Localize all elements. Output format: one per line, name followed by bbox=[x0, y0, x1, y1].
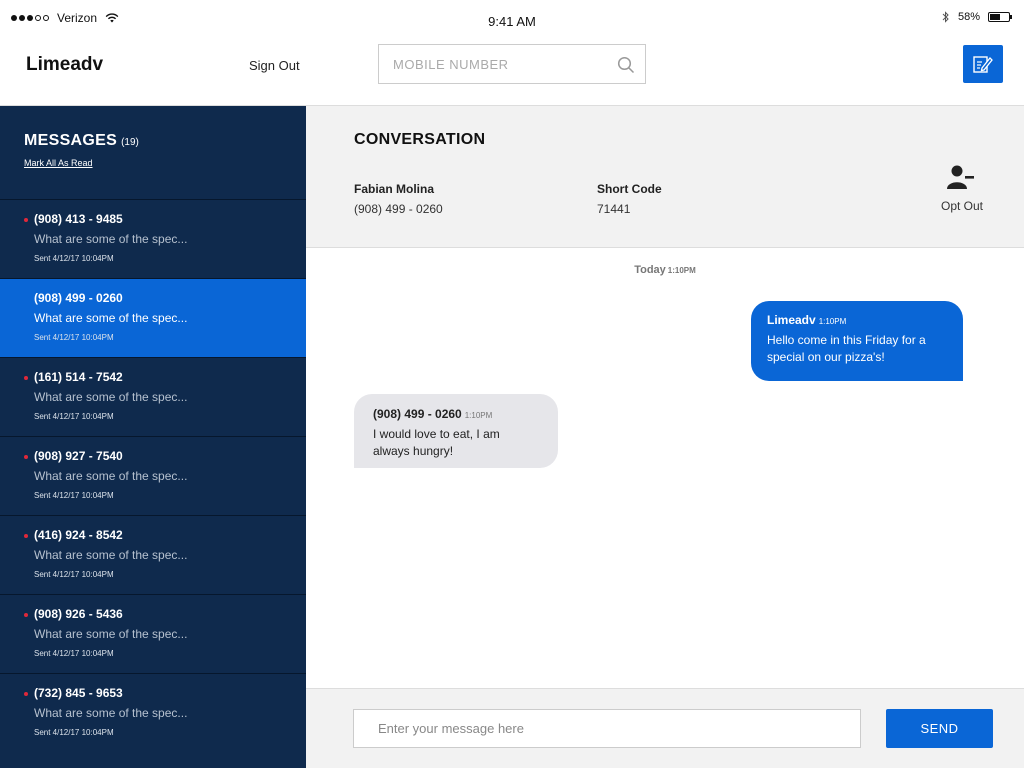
message-input[interactable] bbox=[353, 709, 861, 748]
conversation-preview: What are some of the spec... bbox=[34, 232, 188, 246]
brand-logo: Limeadv bbox=[26, 54, 104, 75]
contact-name: Fabian Molina bbox=[354, 182, 435, 196]
clock: 9:41 AM bbox=[488, 14, 536, 29]
unread-indicator bbox=[24, 218, 28, 222]
day-label: Today bbox=[634, 264, 666, 276]
outgoing-message-bubble: Limeadv 1:10PM Hello come in this Friday … bbox=[751, 301, 963, 381]
send-button[interactable]: SEND bbox=[886, 709, 993, 748]
conversation-preview: What are some of the spec... bbox=[34, 390, 188, 404]
search-icon[interactable] bbox=[617, 56, 635, 74]
message-text: Hello come in this Friday for a special … bbox=[767, 333, 926, 364]
messages-heading: MESSAGES (19) bbox=[24, 132, 306, 150]
bluetooth-icon bbox=[942, 11, 949, 23]
message-thread: Today 1:10PM Limeadv 1:10PM Hello come in … bbox=[306, 248, 1024, 688]
unread-indicator bbox=[24, 455, 28, 459]
unread-indicator bbox=[24, 534, 28, 538]
search-box bbox=[378, 44, 646, 84]
conversation-list: (908) 413 - 9485 What are some of the sp… bbox=[0, 199, 306, 752]
conversation-timestamp: Sent 4/12/17 10:04PM bbox=[34, 728, 114, 737]
conversation-phone: (732) 845 - 9653 bbox=[34, 686, 123, 700]
contact-phone: (908) 499 - 0260 bbox=[354, 202, 443, 216]
conversation-item[interactable]: (908) 499 - 0260 What are some of the sp… bbox=[0, 278, 306, 357]
conversation-phone: (908) 499 - 0260 bbox=[34, 291, 123, 305]
message-time: 1:10PM bbox=[818, 317, 847, 326]
status-bar: Verizon 9:41 AM 58% bbox=[0, 0, 1024, 40]
conversation-phone: (416) 924 - 8542 bbox=[34, 528, 123, 542]
conversation-phone: (908) 413 - 9485 bbox=[34, 212, 123, 226]
conversation-item[interactable]: (908) 927 - 7540 What are some of the sp… bbox=[0, 436, 306, 515]
opt-out-button[interactable]: Opt Out bbox=[932, 164, 992, 213]
incoming-message-bubble: (908) 499 - 0260 1:10PM I would love to e… bbox=[354, 394, 558, 468]
conversation-preview: What are some of the spec... bbox=[34, 627, 188, 641]
remove-user-icon bbox=[947, 165, 974, 189]
conversation-phone: (908) 927 - 7540 bbox=[34, 449, 123, 463]
mobile-number-search-input[interactable] bbox=[379, 45, 645, 83]
conversation-timestamp: Sent 4/12/17 10:04PM bbox=[34, 254, 114, 263]
messages-count: (19) bbox=[121, 137, 139, 148]
conversation-preview: What are some of the spec... bbox=[34, 706, 188, 720]
day-separator: Today 1:10PM bbox=[306, 264, 1024, 276]
short-code-value: 71441 bbox=[597, 202, 631, 216]
message-sender: (908) 499 - 0260 bbox=[373, 407, 462, 421]
mark-all-read-link[interactable]: Mark All As Read bbox=[24, 158, 93, 168]
conversation-item[interactable]: (908) 413 - 9485 What are some of the sp… bbox=[0, 199, 306, 278]
conversation-item[interactable]: (732) 845 - 9653 What are some of the sp… bbox=[0, 673, 306, 752]
conversation-item[interactable]: (908) 926 - 5436 What are some of the sp… bbox=[0, 594, 306, 673]
day-time: 1:10PM bbox=[667, 266, 696, 275]
conversation-title: CONVERSATION bbox=[354, 131, 486, 148]
conversation-preview: What are some of the spec... bbox=[34, 311, 188, 325]
app-header: Limeadv Sign Out bbox=[0, 40, 1024, 106]
unread-indicator bbox=[24, 613, 28, 617]
sidebar-header: MESSAGES (19) Mark All As Read bbox=[0, 106, 306, 199]
conversation-timestamp: Sent 4/12/17 10:04PM bbox=[34, 649, 114, 658]
unread-indicator bbox=[24, 376, 28, 380]
message-composer: SEND bbox=[306, 688, 1024, 768]
status-right: 58% bbox=[942, 11, 1012, 23]
conversation-phone: (908) 926 - 5436 bbox=[34, 607, 123, 621]
conversation-preview: What are some of the spec... bbox=[34, 548, 188, 562]
battery-percent: 58% bbox=[957, 11, 980, 23]
battery-icon bbox=[988, 12, 1012, 22]
opt-out-label: Opt Out bbox=[940, 199, 984, 213]
compose-button[interactable] bbox=[963, 45, 1003, 83]
conversation-header: CONVERSATION Fabian Molina (908) 499 - 0… bbox=[306, 106, 1024, 248]
message-time: 1:10PM bbox=[464, 411, 493, 420]
messages-title: MESSAGES bbox=[24, 132, 118, 149]
short-code-label: Short Code bbox=[597, 182, 662, 196]
conversation-timestamp: Sent 4/12/17 10:04PM bbox=[34, 333, 114, 342]
messages-sidebar: MESSAGES (19) Mark All As Read (908) 413 … bbox=[0, 106, 306, 768]
compose-icon bbox=[973, 56, 993, 73]
unread-indicator bbox=[24, 692, 28, 696]
sign-out-link[interactable]: Sign Out bbox=[249, 58, 300, 73]
conversation-item[interactable]: (416) 924 - 8542 What are some of the sp… bbox=[0, 515, 306, 594]
conversation-timestamp: Sent 4/12/17 10:04PM bbox=[34, 491, 114, 500]
conversation-timestamp: Sent 4/12/17 10:04PM bbox=[34, 570, 114, 579]
message-text: I would love to eat, I am always hungry! bbox=[373, 427, 500, 458]
conversation-item[interactable]: (161) 514 - 7542 What are some of the sp… bbox=[0, 357, 306, 436]
conversation-phone: (161) 514 - 7542 bbox=[34, 370, 123, 384]
conversation-preview: What are some of the spec... bbox=[34, 469, 188, 483]
battery-level-fill bbox=[990, 14, 1001, 20]
conversation-timestamp: Sent 4/12/17 10:04PM bbox=[34, 412, 114, 421]
message-sender: Limeadv bbox=[767, 313, 816, 327]
